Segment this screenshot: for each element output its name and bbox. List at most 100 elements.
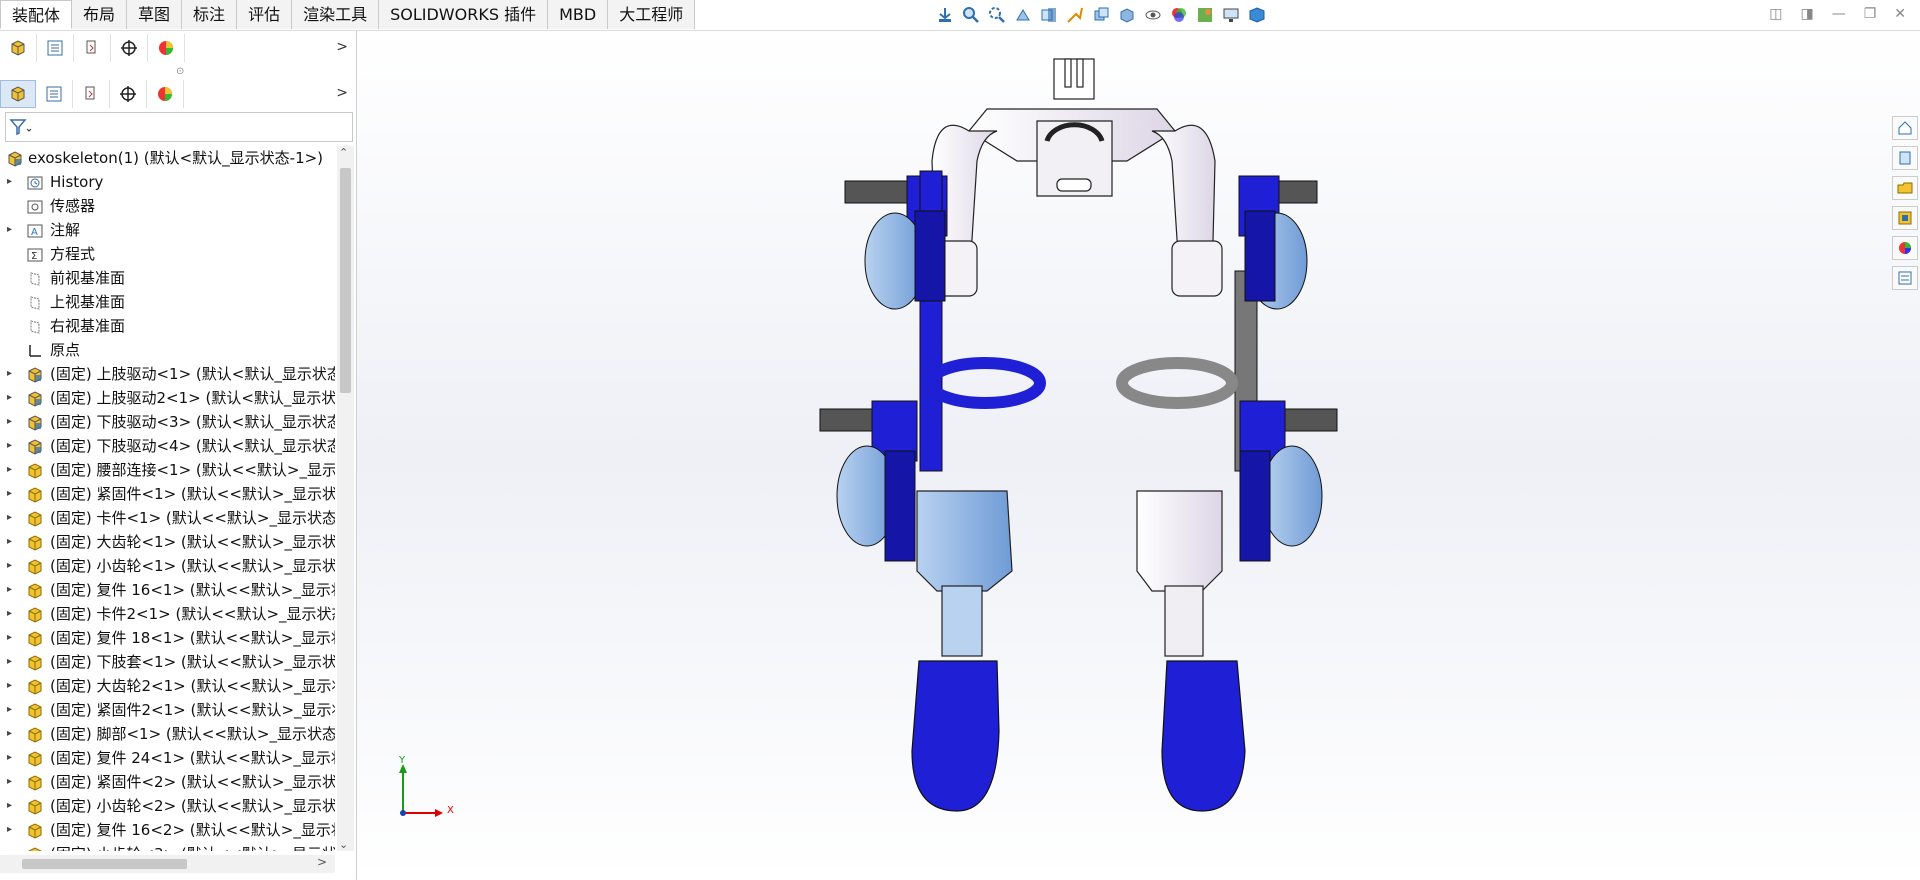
tree-item[interactable]: ▸ (固定) 下肢驱动<3> (默认<默认_显示状态-	[0, 410, 335, 434]
tree-item[interactable]: ▸ (固定) 上肢驱动<1> (默认<默认_显示状态-	[0, 362, 335, 386]
tab-0[interactable]: 装配体	[0, 0, 73, 29]
expand-arrow-icon[interactable]: ▸	[7, 410, 12, 434]
expand-arrow-icon[interactable]: ▸	[7, 722, 12, 746]
tab-6[interactable]: SOLIDWORKS 插件	[379, 0, 549, 29]
tree-item[interactable]: ▸ (固定) 小齿轮<1> (默认<<默认>_显示状态	[0, 554, 335, 578]
tree-item[interactable]: ▸ (固定) 小齿轮<3> (默认<<默认>_显示状态	[0, 842, 335, 851]
tree-item[interactable]: ▸ History	[0, 170, 335, 194]
tree-item[interactable]: ▸ (固定) 大齿轮2<1> (默认<<默认>_显示状	[0, 674, 335, 698]
feature-manager-icon[interactable]	[0, 80, 36, 108]
display-style-icon[interactable]	[1117, 5, 1137, 25]
scroll-up-icon[interactable]: ⌃	[339, 146, 348, 159]
expand-arrow-icon[interactable]: ▸	[7, 362, 12, 386]
previous-view-icon[interactable]	[1013, 5, 1033, 25]
view-settings-icon[interactable]	[1221, 5, 1241, 25]
dynamic-annotation-icon[interactable]	[1065, 5, 1085, 25]
expand-arrow-icon[interactable]: ▸	[7, 602, 12, 626]
expand-arrow-icon[interactable]: ▸	[7, 794, 12, 818]
filter-icon[interactable]	[9, 117, 33, 141]
tree-item[interactable]: ▸ (固定) 大齿轮<1> (默认<<默认>_显示状态	[0, 530, 335, 554]
tree-item[interactable]: Σ 方程式	[0, 242, 335, 266]
restore-right-icon[interactable]: ◨	[1800, 6, 1813, 22]
scroll-down-icon[interactable]: ⌄	[339, 838, 348, 851]
expand-arrow-icon[interactable]: ▸	[7, 218, 12, 242]
configuration-manager-icon[interactable]	[74, 34, 111, 62]
expand-arrow-icon[interactable]: ▸	[7, 482, 12, 506]
tab-8[interactable]: 大工程师	[608, 0, 696, 29]
tree-item[interactable]: ▸ (固定) 紧固件2<1> (默认<<默认>_显示状	[0, 698, 335, 722]
file-explorer-icon[interactable]	[1892, 176, 1918, 200]
expand-arrow-icon[interactable]: ▸	[7, 578, 12, 602]
view-selector-icon[interactable]	[1091, 5, 1111, 25]
expand-arrow-icon[interactable]: ▸	[7, 458, 12, 482]
tree-root-assembly[interactable]: exoskeleton(1) (默认<默认_显示状态-1>)	[0, 146, 335, 170]
tab-3[interactable]: 标注	[182, 0, 238, 29]
tree-item[interactable]: ▸ (固定) 复件 16<2> (默认<<默认>_显示状	[0, 818, 335, 842]
exoskeleton-model[interactable]	[357, 31, 1920, 880]
zoom-area-icon[interactable]	[987, 5, 1007, 25]
expand-arrow-icon[interactable]: ▸	[7, 530, 12, 554]
apply-scene-icon[interactable]	[1195, 5, 1215, 25]
chevron-right-icon[interactable]: >	[336, 39, 348, 55]
tree-vertical-scrollbar[interactable]: ⌃ ⌄	[337, 146, 354, 851]
dimxpert-icon[interactable]	[111, 34, 148, 62]
tree-item[interactable]: ▸ (固定) 下肢驱动<4> (默认<默认_显示状态-	[0, 434, 335, 458]
tab-7[interactable]: MBD	[548, 0, 609, 29]
tree-item[interactable]: ▸ (固定) 小齿轮<2> (默认<<默认>_显示状态	[0, 794, 335, 818]
tree-item[interactable]: ▸ (固定) 复件 16<1> (默认<<默认>_显示状	[0, 578, 335, 602]
graphics-area[interactable]: Y X	[357, 31, 1920, 880]
expand-arrow-icon[interactable]: ▸	[7, 746, 12, 770]
tree-item[interactable]: ▸ (固定) 紧固件<2> (默认<<默认>_显示状态	[0, 770, 335, 794]
tree-item[interactable]: 前视基准面	[0, 266, 335, 290]
expand-arrow-icon[interactable]: ▸	[7, 842, 12, 851]
custom-properties-icon[interactable]	[1892, 266, 1918, 290]
tree-item[interactable]: ▸ (固定) 上肢驱动2<1> (默认<默认_显示状态	[0, 386, 335, 410]
3d-view-icon[interactable]	[1247, 5, 1267, 25]
expand-arrow-icon[interactable]: ▸	[7, 554, 12, 578]
tab-1[interactable]: 布局	[72, 0, 128, 29]
expand-arrow-icon[interactable]: ▸	[7, 506, 12, 530]
zoom-to-fit-icon[interactable]	[961, 5, 981, 25]
tab-5[interactable]: 渲染工具	[292, 0, 380, 29]
tab-2[interactable]: 草图	[127, 0, 183, 29]
expand-arrow-icon[interactable]: ▸	[7, 386, 12, 410]
tree-item[interactable]: ▸ (固定) 复件 18<1> (默认<<默认>_显示状	[0, 626, 335, 650]
chevron-right-icon[interactable]: >	[336, 85, 348, 101]
minimize-icon[interactable]: —	[1832, 6, 1846, 22]
scroll-thumb[interactable]	[340, 168, 351, 393]
tree-item[interactable]: ▸ (固定) 复件 24<1> (默认<<默认>_显示状	[0, 746, 335, 770]
tree-item[interactable]: ▸ (固定) 脚部<1> (默认<<默认>_显示状态 1	[0, 722, 335, 746]
expand-arrow-icon[interactable]: ▸	[7, 650, 12, 674]
expand-arrow-icon[interactable]: ▸	[7, 698, 12, 722]
expand-arrow-icon[interactable]: ▸	[7, 770, 12, 794]
scroll-thumb[interactable]	[22, 859, 187, 869]
dimxpert-icon[interactable]	[110, 80, 147, 108]
tree-item[interactable]: ▸ (固定) 卡件<1> (默认<<默认>_显示状态 1	[0, 506, 335, 530]
property-manager-icon[interactable]	[36, 80, 73, 108]
expand-arrow-icon[interactable]: ▸	[7, 818, 12, 842]
tree-item[interactable]: 上视基准面	[0, 290, 335, 314]
close-icon[interactable]: ✕	[1894, 6, 1906, 22]
tree-item[interactable]: 传感器	[0, 194, 335, 218]
expand-arrow-icon[interactable]: ▸	[7, 626, 12, 650]
home-icon[interactable]	[1892, 116, 1918, 140]
view-orientation-icon[interactable]	[935, 5, 955, 25]
section-view-icon[interactable]	[1039, 5, 1059, 25]
design-library-icon[interactable]	[1892, 146, 1918, 170]
expand-arrow-icon[interactable]: ▸	[7, 434, 12, 458]
appearances-icon[interactable]	[1892, 236, 1918, 260]
maximize-icon[interactable]: ❐	[1864, 6, 1877, 22]
tree-item[interactable]: ▸ (固定) 卡件2<1> (默认<<默认>_显示状态	[0, 602, 335, 626]
view-palette-icon[interactable]	[1892, 206, 1918, 230]
display-manager-icon[interactable]	[147, 80, 184, 108]
tab-4[interactable]: 评估	[237, 0, 293, 29]
splitter-grip-icon[interactable]: ⊙	[176, 66, 184, 77]
tree-item[interactable]: ▸ (固定) 腰部连接<1> (默认<<默认>_显示状	[0, 458, 335, 482]
configuration-manager-icon[interactable]	[73, 80, 110, 108]
tree-item[interactable]: ▸ (固定) 下肢套<1> (默认<<默认>_显示状态	[0, 650, 335, 674]
edit-appearance-icon[interactable]	[1169, 5, 1189, 25]
hide-show-items-icon[interactable]	[1143, 5, 1163, 25]
expand-arrow-icon[interactable]: ▸	[7, 170, 12, 194]
display-manager-icon[interactable]	[148, 34, 185, 62]
tree-horizontal-scrollbar[interactable]: >	[0, 855, 335, 873]
